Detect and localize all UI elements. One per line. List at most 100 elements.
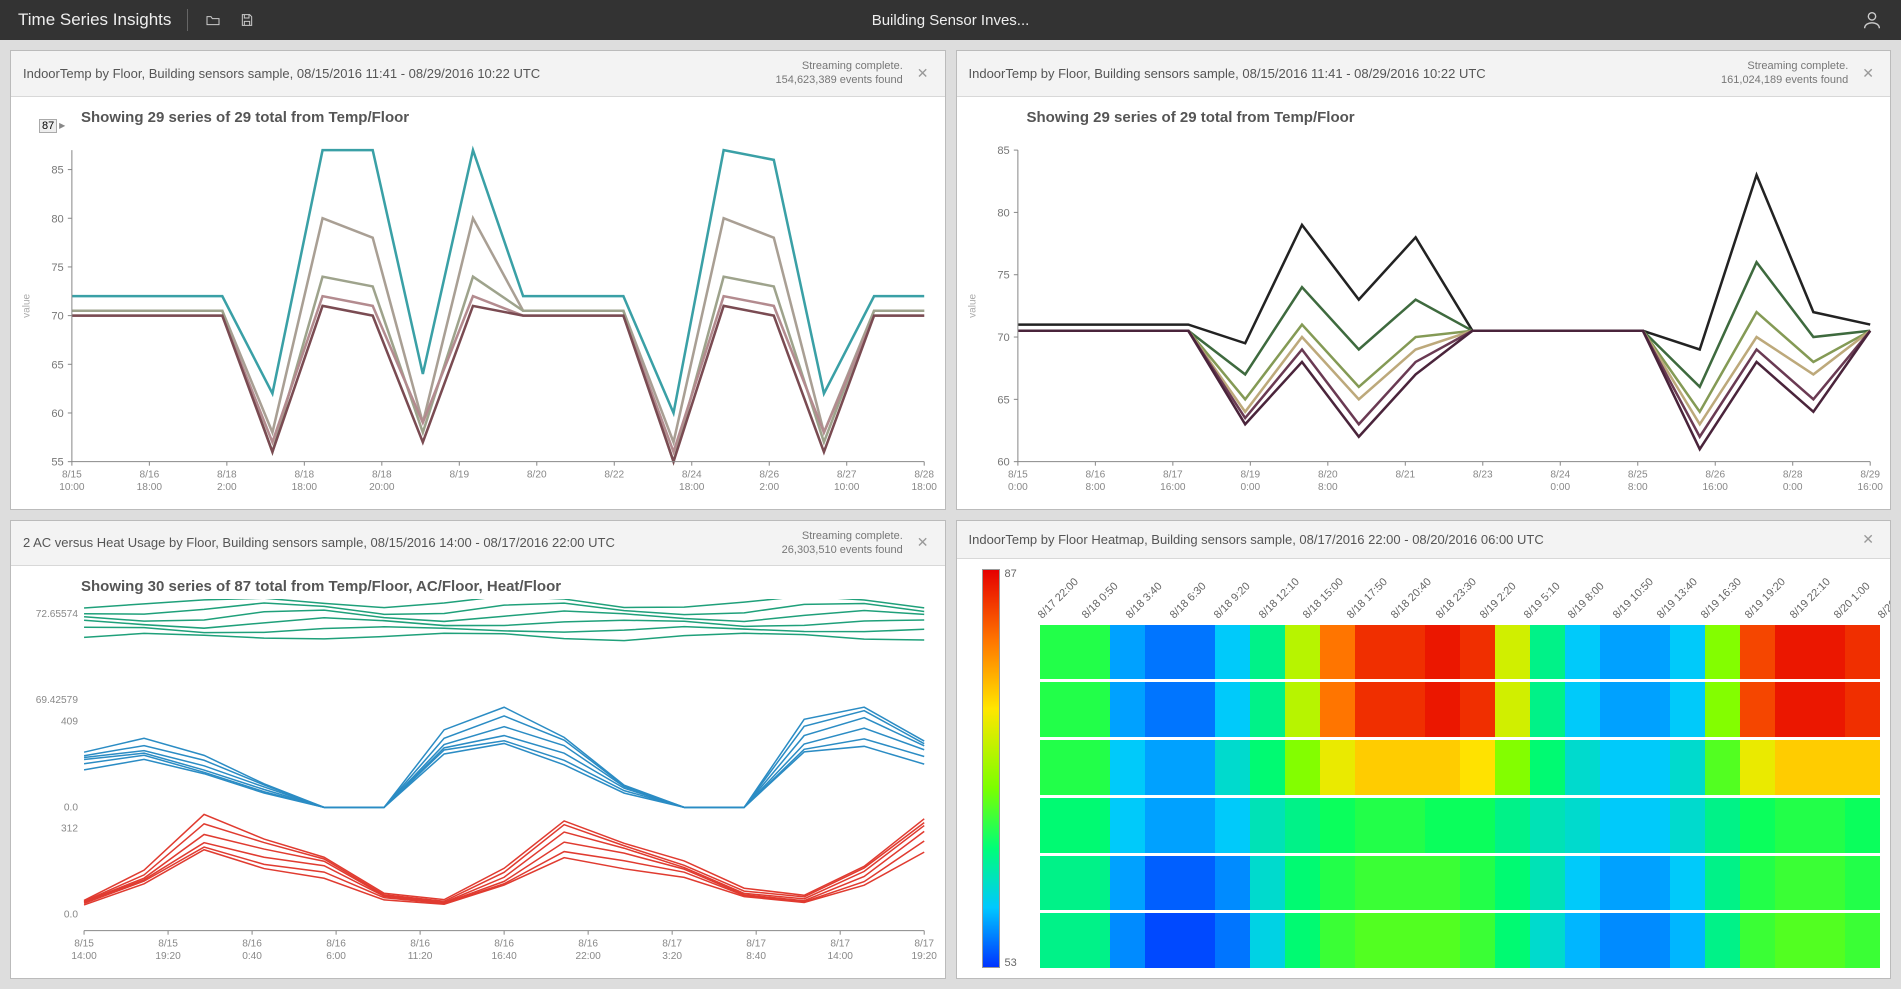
heatmap-grid[interactable] [1040, 625, 1881, 969]
heat-cell[interactable] [1670, 682, 1705, 737]
heat-cell[interactable] [1390, 682, 1425, 737]
heat-cell[interactable] [1635, 682, 1670, 737]
heat-cell[interactable] [1775, 625, 1810, 680]
heat-cell[interactable] [1565, 798, 1600, 853]
heat-cell[interactable] [1635, 625, 1670, 680]
heat-cell[interactable] [1110, 913, 1145, 968]
heat-cell[interactable] [1075, 740, 1110, 795]
heat-cell[interactable] [1425, 798, 1460, 853]
line-chart[interactable]: 55606570758085value8/1510:008/1618:008/1… [11, 130, 945, 509]
heat-cell[interactable] [1705, 625, 1740, 680]
heat-cell[interactable] [1460, 798, 1495, 853]
heat-cell[interactable] [1670, 856, 1705, 911]
heat-cell[interactable] [1355, 798, 1390, 853]
heat-cell[interactable] [1810, 625, 1845, 680]
heat-cell[interactable] [1460, 682, 1495, 737]
heat-cell[interactable] [1390, 798, 1425, 853]
heat-cell[interactable] [1040, 740, 1075, 795]
heat-cell[interactable] [1145, 798, 1180, 853]
close-icon[interactable]: ✕ [1858, 529, 1878, 550]
heat-cell[interactable] [1670, 913, 1705, 968]
heat-cell[interactable] [1215, 740, 1250, 795]
heat-cell[interactable] [1495, 625, 1530, 680]
heat-cell[interactable] [1600, 740, 1635, 795]
heat-cell[interactable] [1810, 798, 1845, 853]
heat-cell[interactable] [1040, 682, 1075, 737]
heat-cell[interactable] [1740, 682, 1775, 737]
heat-cell[interactable] [1320, 856, 1355, 911]
user-icon[interactable] [1861, 9, 1883, 31]
heat-cell[interactable] [1845, 798, 1880, 853]
heat-cell[interactable] [1460, 856, 1495, 911]
heat-cell[interactable] [1705, 682, 1740, 737]
heat-cell[interactable] [1775, 856, 1810, 911]
heat-cell[interactable] [1845, 856, 1880, 911]
heat-cell[interactable] [1530, 798, 1565, 853]
heat-cell[interactable] [1145, 913, 1180, 968]
heat-cell[interactable] [1355, 740, 1390, 795]
heat-cell[interactable] [1740, 798, 1775, 853]
heat-cell[interactable] [1180, 798, 1215, 853]
heat-cell[interactable] [1110, 798, 1145, 853]
heat-cell[interactable] [1460, 740, 1495, 795]
heat-cell[interactable] [1495, 913, 1530, 968]
heat-cell[interactable] [1425, 913, 1460, 968]
heat-cell[interactable] [1180, 682, 1215, 737]
close-icon[interactable]: ✕ [1858, 63, 1878, 84]
heat-cell[interactable] [1810, 913, 1845, 968]
heat-cell[interactable] [1495, 856, 1530, 911]
heat-cell[interactable] [1635, 798, 1670, 853]
heat-cell[interactable] [1530, 625, 1565, 680]
heat-cell[interactable] [1530, 856, 1565, 911]
heat-cell[interactable] [1705, 913, 1740, 968]
heat-cell[interactable] [1355, 682, 1390, 737]
heat-cell[interactable] [1215, 913, 1250, 968]
heat-cell[interactable] [1390, 625, 1425, 680]
heat-cell[interactable] [1670, 798, 1705, 853]
chart-body[interactable]: Showing 29 series of 29 total from Temp/… [957, 97, 1891, 509]
heat-cell[interactable] [1075, 798, 1110, 853]
heat-cell[interactable] [1285, 740, 1320, 795]
heat-cell[interactable] [1705, 798, 1740, 853]
heat-cell[interactable] [1320, 798, 1355, 853]
heat-cell[interactable] [1320, 625, 1355, 680]
close-icon[interactable]: ✕ [913, 63, 933, 84]
heat-cell[interactable] [1635, 913, 1670, 968]
heat-cell[interactable] [1600, 625, 1635, 680]
heat-cell[interactable] [1600, 913, 1635, 968]
heat-cell[interactable] [1145, 740, 1180, 795]
heat-cell[interactable] [1110, 625, 1145, 680]
heat-cell[interactable] [1635, 856, 1670, 911]
heat-cell[interactable] [1775, 740, 1810, 795]
heat-cell[interactable] [1285, 625, 1320, 680]
heat-cell[interactable] [1040, 856, 1075, 911]
heat-cell[interactable] [1530, 682, 1565, 737]
heat-cell[interactable] [1215, 682, 1250, 737]
heat-cell[interactable] [1775, 798, 1810, 853]
heat-cell[interactable] [1600, 856, 1635, 911]
multi-axis-chart[interactable]: 8/1514:008/1519:208/160:408/166:008/1611… [11, 599, 945, 978]
heat-cell[interactable] [1565, 913, 1600, 968]
heat-cell[interactable] [1250, 740, 1285, 795]
heat-cell[interactable] [1250, 913, 1285, 968]
heat-cell[interactable] [1250, 682, 1285, 737]
heat-cell[interactable] [1565, 740, 1600, 795]
heat-cell[interactable] [1845, 625, 1880, 680]
heat-cell[interactable] [1425, 740, 1460, 795]
heat-cell[interactable] [1600, 798, 1635, 853]
heat-cell[interactable] [1845, 913, 1880, 968]
heat-cell[interactable] [1565, 856, 1600, 911]
heat-cell[interactable] [1810, 740, 1845, 795]
heat-cell[interactable] [1110, 740, 1145, 795]
heat-cell[interactable] [1040, 798, 1075, 853]
heat-cell[interactable] [1705, 856, 1740, 911]
heat-cell[interactable] [1285, 913, 1320, 968]
heat-cell[interactable] [1425, 682, 1460, 737]
heat-cell[interactable] [1530, 740, 1565, 795]
open-icon[interactable] [204, 11, 222, 29]
heat-cell[interactable] [1460, 625, 1495, 680]
heat-cell[interactable] [1740, 913, 1775, 968]
heat-cell[interactable] [1390, 740, 1425, 795]
heat-cell[interactable] [1495, 682, 1530, 737]
heat-cell[interactable] [1460, 913, 1495, 968]
